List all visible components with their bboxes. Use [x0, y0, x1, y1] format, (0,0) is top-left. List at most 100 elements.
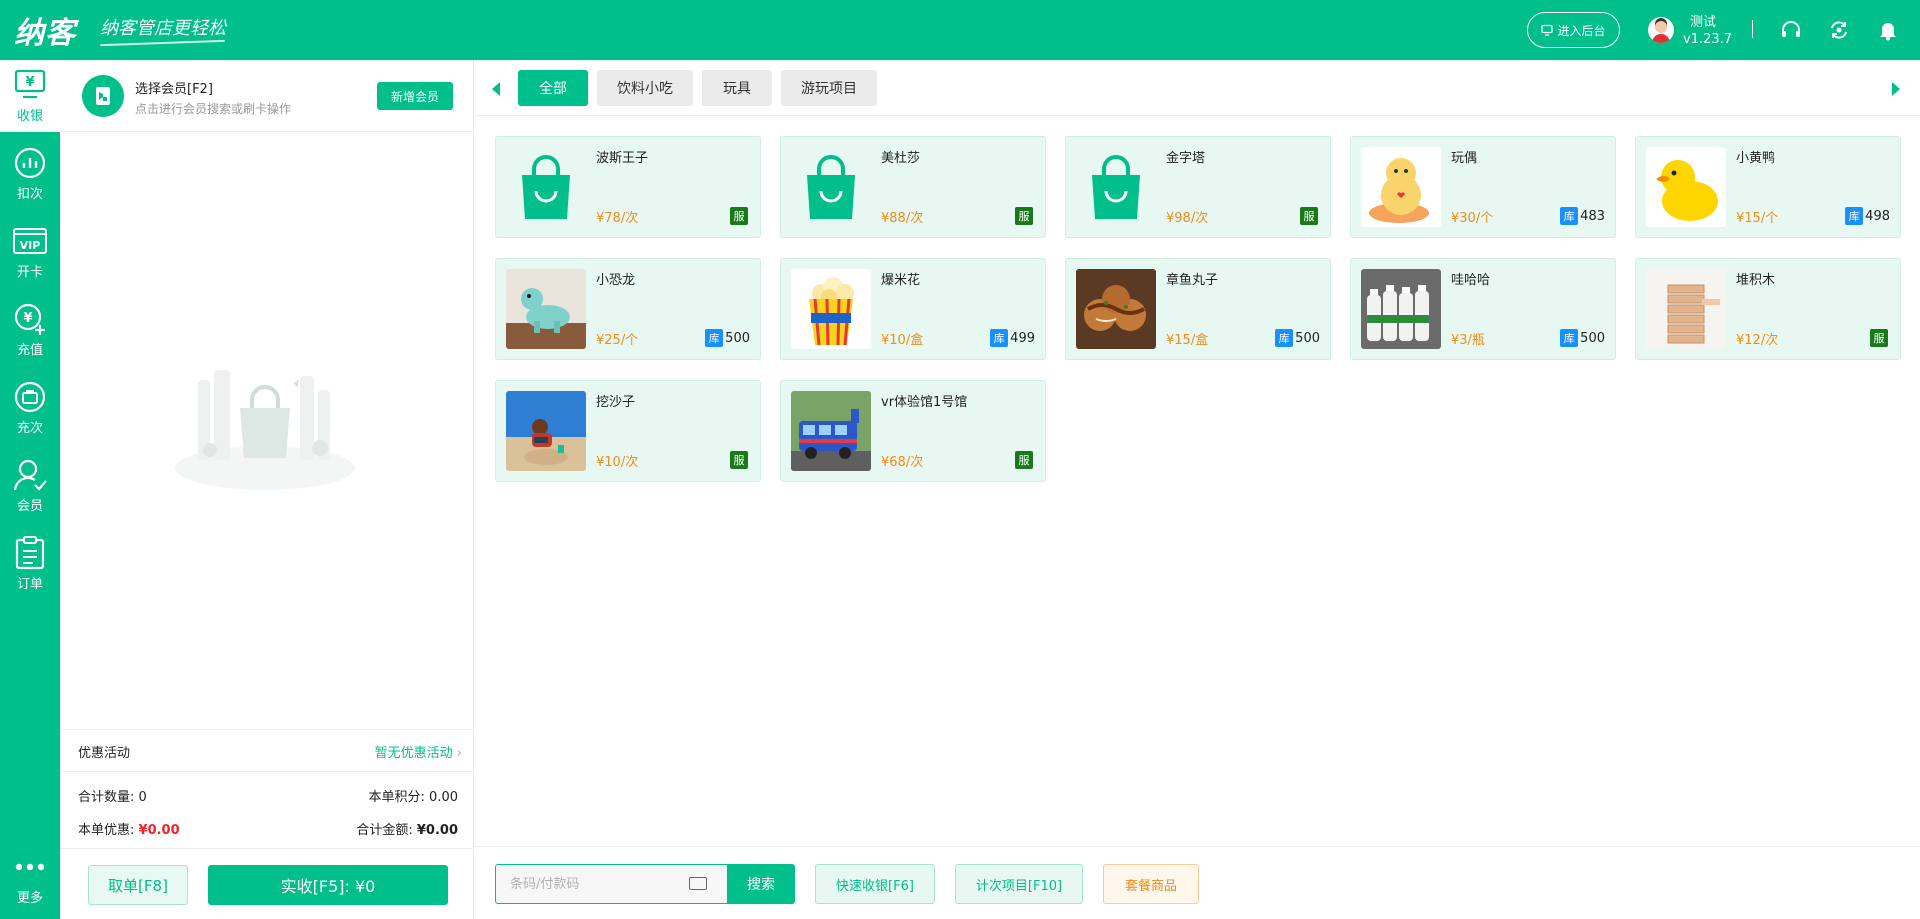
- product-card[interactable]: 波斯王子 ¥78/次 服: [495, 136, 761, 238]
- stock-badge: 库: [705, 329, 724, 347]
- nav-label-cashier: 收银: [16, 109, 43, 124]
- user-avatar[interactable]: [1648, 17, 1674, 43]
- product-price: ¥98/次: [1166, 211, 1209, 226]
- tabs-scroll-left-icon[interactable]: [492, 82, 500, 96]
- nav-item-member[interactable]: 会员: [0, 450, 60, 522]
- bag-icon: [1076, 147, 1156, 227]
- tabs-scroll-right-icon[interactable]: [1892, 82, 1900, 96]
- member-select-row[interactable]: 选择会员[F2] 点击进行会员搜索或刷卡操作 新增会员: [60, 60, 474, 132]
- tab-drinks-snacks[interactable]: 饮料小吃: [597, 70, 693, 106]
- user-name: 测试: [1690, 15, 1717, 30]
- brand-logo: 纳客: [14, 16, 76, 51]
- member-select-hint: 点击进行会员搜索或刷卡操作: [135, 102, 292, 116]
- nav-item-deduct[interactable]: 扣次: [0, 138, 60, 210]
- member-icon: [13, 459, 47, 491]
- product-card[interactable]: 爆米花 ¥10/盒 库 499: [780, 258, 1046, 360]
- service-badge: 服: [730, 207, 748, 225]
- quick-cash-button[interactable]: 快速收银[F6]: [815, 864, 935, 904]
- product-name: 波斯王子: [596, 151, 649, 166]
- product-price: ¥15/盒: [1166, 333, 1209, 348]
- times-items-button[interactable]: 计次项目[F10]: [955, 864, 1083, 904]
- member-card-icon: [82, 75, 124, 117]
- product-price: ¥78/次: [596, 211, 639, 226]
- nav-item-recharge-times[interactable]: 充次: [0, 372, 60, 444]
- package-goods-button[interactable]: 套餐商品: [1103, 864, 1199, 904]
- product-card[interactable]: 小黄鸭 ¥15/个 库 498: [1635, 136, 1901, 238]
- rubber-duck-image: [1646, 147, 1726, 227]
- checkout-button[interactable]: 实收[F5]: ¥0: [208, 865, 448, 905]
- stock-indicator: 库 500: [705, 329, 750, 347]
- product-price: ¥30/个: [1451, 211, 1494, 226]
- top-header: 纳客 纳客管店更轻松 进入后台 测试 v1.23.7: [0, 0, 1920, 60]
- product-name: 小恐龙: [596, 273, 636, 288]
- svg-text:¥: ¥: [23, 311, 32, 326]
- svg-text:VIP: VIP: [20, 239, 41, 252]
- product-card[interactable]: 美杜莎 ¥88/次 服: [780, 136, 1046, 238]
- takoyaki-image: [1076, 269, 1156, 349]
- product-name: 堆积木: [1736, 273, 1776, 288]
- keyboard-icon[interactable]: [689, 877, 707, 890]
- stock-count: 500: [725, 330, 750, 346]
- enter-backend-label: 进入后台: [1557, 23, 1606, 38]
- bag-icon: [791, 147, 871, 227]
- deduct-icon: [14, 147, 46, 179]
- bottom-action-bar: 搜索 快速收银[F6] 计次项目[F10] 套餐商品: [475, 846, 1920, 919]
- retrieve-order-button[interactable]: 取单[F8]: [88, 865, 188, 905]
- product-name: 玩偶: [1451, 151, 1478, 166]
- product-price: ¥3/瓶: [1451, 333, 1485, 348]
- product-name: 金字塔: [1166, 151, 1206, 166]
- total-qty-label: 合计数量:: [78, 790, 135, 805]
- summary-row-1: 合计数量: 0 本单积分: 0.00: [78, 786, 458, 805]
- left-nav: ¥ 收银 扣次 VIP 开卡 ¥ 充值 充次 会员 订单 更多: [0, 60, 60, 919]
- tab-all[interactable]: 全部: [518, 70, 588, 106]
- vip-card-icon: VIP: [13, 228, 47, 254]
- product-card[interactable]: 哇哈哈 ¥3/瓶 库 500: [1350, 258, 1616, 360]
- empty-cart-illustration: [175, 370, 355, 490]
- product-card[interactable]: 挖沙子 ¥10/次 服: [495, 380, 761, 482]
- product-card[interactable]: 玩偶 ¥30/个 库 483: [1350, 136, 1616, 238]
- monitor-icon: [1541, 24, 1554, 36]
- tab-toys[interactable]: 玩具: [702, 70, 772, 106]
- nav-item-order[interactable]: 订单: [0, 528, 60, 600]
- header-divider: [1752, 20, 1753, 38]
- product-card[interactable]: 金字塔 ¥98/次 服: [1065, 136, 1331, 238]
- more-dots-icon: [15, 863, 45, 871]
- headset-icon[interactable]: [1780, 19, 1802, 41]
- search-button[interactable]: 搜索: [727, 864, 795, 904]
- product-card[interactable]: 章鱼丸子 ¥15/盒 库 500: [1065, 258, 1331, 360]
- member-select-title: 选择会员[F2]: [135, 82, 213, 97]
- sync-icon[interactable]: [1828, 19, 1850, 41]
- nav-item-more[interactable]: 更多: [0, 842, 60, 914]
- product-price: ¥68/次: [881, 455, 924, 470]
- product-card[interactable]: 堆积木 ¥12/次 服: [1635, 258, 1901, 360]
- new-member-button[interactable]: 新增会员: [377, 82, 453, 110]
- enter-backend-button[interactable]: 进入后台: [1527, 12, 1620, 48]
- product-price: ¥88/次: [881, 211, 924, 226]
- svg-text:¥: ¥: [25, 75, 34, 90]
- product-card[interactable]: vr体验馆1号馆 ¥68/次 服: [780, 380, 1046, 482]
- promotion-label: 优惠活动: [78, 746, 131, 761]
- plush-doll-image: [1361, 147, 1441, 227]
- promotion-row: 优惠活动 暂无优惠活动 ›: [60, 729, 474, 772]
- app-version: v1.23.7: [1683, 32, 1733, 47]
- nav-item-recharge[interactable]: ¥ 充值: [0, 294, 60, 366]
- stock-badge: 库: [1560, 329, 1579, 347]
- service-badge: 服: [1870, 329, 1888, 347]
- product-price: ¥12/次: [1736, 333, 1779, 348]
- stock-badge: 库: [990, 329, 1009, 347]
- summary-row-2: 本单优惠: ¥0.00 合计金额: ¥0.00: [78, 819, 458, 838]
- product-card[interactable]: 小恐龙 ¥25/个 库 500: [495, 258, 761, 360]
- nav-item-cashier[interactable]: ¥ 收银: [0, 60, 60, 132]
- product-name: 爆米花: [881, 273, 921, 288]
- recharge-times-icon: [14, 381, 46, 413]
- promotion-value-link[interactable]: 暂无优惠活动 ›: [375, 742, 462, 761]
- brand-slogan: 纳客管店更轻松: [100, 18, 226, 39]
- nav-label-deduct: 扣次: [16, 187, 43, 202]
- total-amount-value: ¥0.00: [416, 823, 458, 838]
- milk-bottles-image: [1361, 269, 1441, 349]
- bell-icon[interactable]: [1877, 19, 1899, 41]
- nav-item-open-card[interactable]: VIP 开卡: [0, 216, 60, 288]
- product-name: 章鱼丸子: [1166, 273, 1219, 288]
- tab-play-items[interactable]: 游玩项目: [781, 70, 877, 106]
- product-name: 挖沙子: [596, 395, 636, 410]
